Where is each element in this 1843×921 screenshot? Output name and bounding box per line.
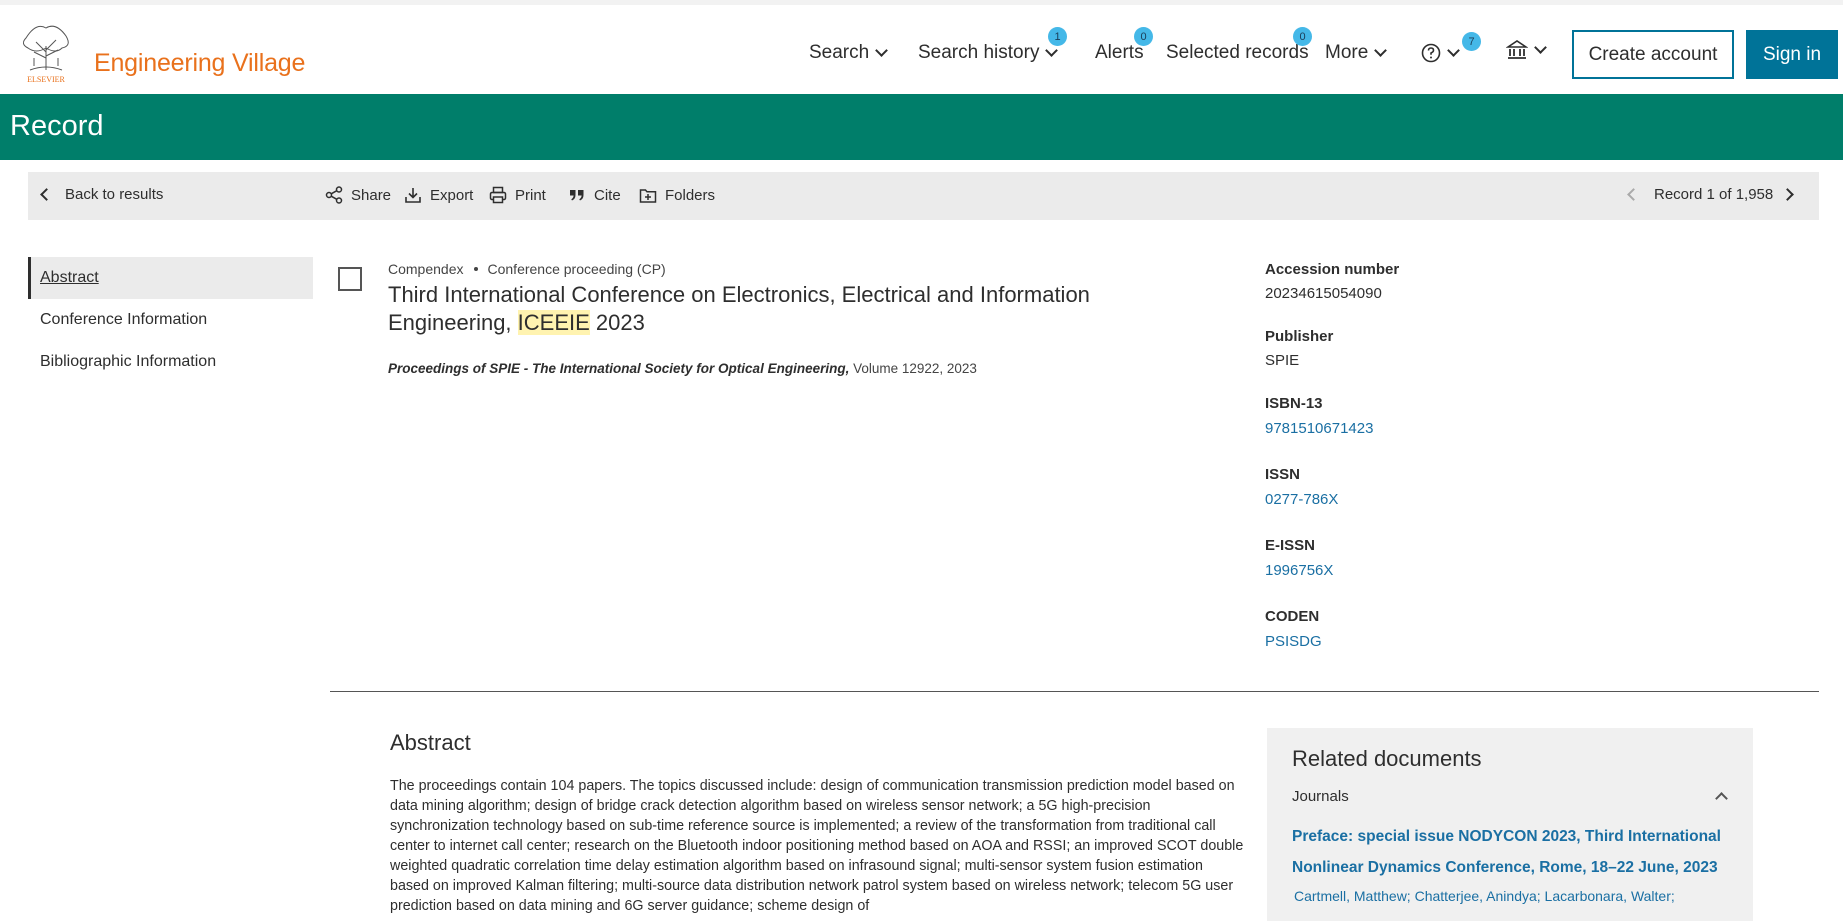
help-icon	[1421, 43, 1441, 63]
record-source: Proceedings of SPIE - The International …	[388, 361, 977, 376]
back-to-results-label: Back to results	[65, 186, 164, 203]
accession-label: Accession number	[1265, 261, 1400, 278]
share-icon	[325, 186, 343, 204]
select-record-checkbox[interactable]	[338, 267, 362, 291]
nav-selected-records-label: Selected records	[1166, 42, 1309, 63]
institution-icon	[1506, 40, 1528, 59]
chevron-down-icon	[875, 43, 889, 57]
accession-value: 20234615054090	[1265, 285, 1382, 302]
record-toolbar: Back to results Share Export Print Cite	[28, 172, 1819, 220]
sidebar-item-abstract[interactable]: Abstract	[28, 257, 313, 299]
issn-block: ISSN 0277-786X	[1265, 466, 1338, 508]
chevron-down-icon	[1447, 43, 1460, 57]
record-banner: Record	[0, 94, 1843, 160]
related-document-authors[interactable]: Cartmell, Matthew; Chatterjee, Anindya; …	[1294, 888, 1675, 904]
export-label: Export	[430, 186, 474, 204]
help-badge: 7	[1462, 32, 1481, 51]
coden-block: CODEN PSISDG	[1265, 608, 1322, 650]
share-button[interactable]: Share	[325, 186, 391, 204]
document-type: Conference proceeding (CP)	[487, 261, 666, 277]
export-button[interactable]: Export	[404, 186, 473, 204]
nav-alerts[interactable]: Alerts	[1095, 42, 1144, 64]
cite-button[interactable]: Cite	[568, 186, 621, 204]
chevron-up-icon[interactable]	[1715, 792, 1728, 805]
eissn-label: E-ISSN	[1265, 537, 1316, 554]
section-sidebar: Abstract Conference Information Bibliogr…	[28, 257, 313, 383]
eissn-link[interactable]: 1996756X	[1265, 562, 1333, 579]
eissn-block: E-ISSN 1996756X	[1265, 537, 1333, 579]
related-documents-panel: Related documents Journals Preface: spec…	[1267, 728, 1753, 921]
print-icon	[489, 186, 507, 204]
cite-label: Cite	[594, 186, 621, 204]
nav-alerts-label: Alerts	[1095, 42, 1144, 63]
title-highlight: ICEEIE	[517, 310, 590, 335]
nav-search[interactable]: Search	[809, 42, 889, 64]
abstract-text: The proceedings contain 104 papers. The …	[390, 778, 1244, 914]
previous-record-icon[interactable]	[1627, 188, 1640, 201]
top-header: ELSEVIER Engineering Village Search Sear…	[0, 0, 1843, 94]
folder-add-icon	[639, 189, 657, 203]
issn-label: ISSN	[1265, 466, 1301, 483]
folders-button[interactable]: Folders	[639, 186, 715, 204]
coden-link[interactable]: PSISDG	[1265, 633, 1322, 650]
search-history-badge: 1	[1048, 27, 1067, 46]
sidebar-item-bibliographic-information[interactable]: Bibliographic Information	[28, 341, 313, 383]
folders-label: Folders	[665, 186, 716, 204]
title-text: Third International Conference on Electr…	[388, 282, 1090, 335]
print-button[interactable]: Print	[489, 186, 546, 204]
share-label: Share	[351, 186, 392, 204]
record-title: Third International Conference on Electr…	[388, 281, 1148, 337]
back-to-results-link[interactable]: Back to results	[40, 186, 164, 203]
nav-search-label: Search	[809, 42, 870, 63]
publisher-value: SPIE	[1265, 352, 1300, 369]
related-document-link[interactable]: Preface: special issue NODYCON 2023, Thi…	[1292, 821, 1737, 883]
nav-search-history[interactable]: Search history	[918, 42, 1059, 64]
chevron-left-icon	[40, 188, 53, 201]
chevron-down-icon	[1374, 43, 1388, 57]
separator-dot	[473, 267, 478, 271]
export-icon	[405, 188, 421, 203]
elsevier-logo[interactable]: ELSEVIER	[16, 18, 76, 85]
next-record-icon[interactable]	[1781, 188, 1795, 201]
isbn-link[interactable]: 9781510671423	[1265, 420, 1373, 437]
record-position: Record 1 of 1,958	[1654, 186, 1774, 203]
sidebar-item-conference-information[interactable]: Conference Information	[28, 299, 313, 341]
accession-block: Accession number 20234615054090	[1265, 261, 1399, 302]
selected-records-badge: 0	[1293, 27, 1312, 46]
nav-institution[interactable]	[1506, 39, 1547, 61]
isbn-block: ISBN-13 9781510671423	[1265, 395, 1373, 437]
chevron-down-icon	[1534, 40, 1547, 54]
section-divider	[330, 691, 1819, 692]
nav-search-history-label: Search history	[918, 42, 1040, 63]
record-navigation: Record 1 of 1,958	[1627, 186, 1795, 203]
page-title: Record	[10, 110, 104, 142]
nav-help[interactable]	[1421, 43, 1460, 63]
nav-more-label: More	[1325, 42, 1369, 63]
issn-link[interactable]: 0277-786X	[1265, 491, 1338, 508]
publisher-block: Publisher SPIE	[1265, 328, 1333, 369]
coden-label: CODEN	[1265, 608, 1320, 625]
source-details: Volume 12922, 2023	[849, 361, 977, 376]
nav-selected-records[interactable]: Selected records	[1166, 42, 1309, 64]
related-category-journals[interactable]: Journals	[1292, 788, 1349, 805]
isbn-label: ISBN-13	[1265, 395, 1323, 412]
sign-in-button[interactable]: Sign in	[1746, 30, 1838, 79]
title-year: 2023	[589, 310, 645, 335]
publisher-label: Publisher	[1265, 328, 1334, 345]
brand-name[interactable]: Engineering Village	[94, 49, 305, 78]
source-title: Proceedings of SPIE - The International …	[388, 361, 850, 376]
alerts-badge: 0	[1134, 27, 1153, 46]
svg-text:ELSEVIER: ELSEVIER	[27, 75, 65, 84]
print-label: Print	[515, 186, 546, 204]
database-name: Compendex	[388, 261, 464, 277]
nav-more[interactable]: More	[1325, 42, 1388, 64]
record-meta-line: Compendex Conference proceeding (CP)	[388, 261, 666, 277]
create-account-button[interactable]: Create account	[1572, 30, 1734, 79]
related-documents-heading: Related documents	[1292, 746, 1482, 771]
abstract-heading: Abstract	[390, 730, 471, 755]
quote-icon	[570, 190, 584, 201]
